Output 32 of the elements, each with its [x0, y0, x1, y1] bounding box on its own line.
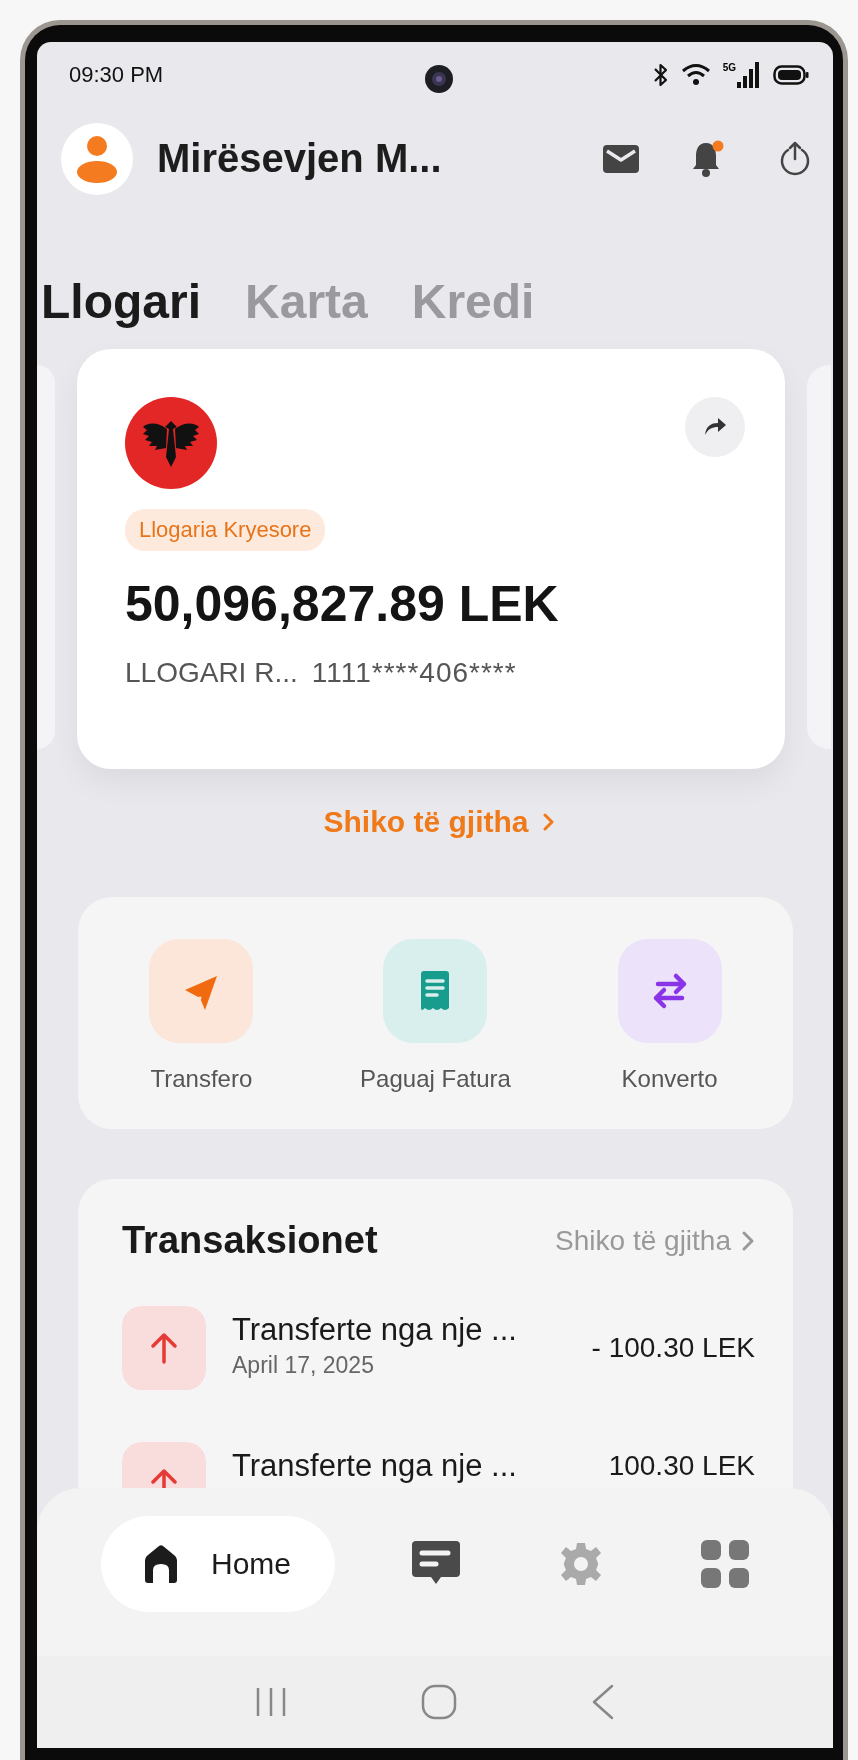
- account-tab[interactable]: Llogari: [41, 271, 201, 331]
- notification-bell-icon[interactable]: [691, 139, 725, 178]
- chevron-right-icon: [741, 1229, 755, 1252]
- nav-home-button[interactable]: Home: [101, 1516, 336, 1612]
- transaction-amount: 100.30 LEK: [608, 1449, 755, 1482]
- bluetooth-icon: [652, 62, 669, 88]
- transaction-description: Transferte nga nje ...: [232, 1448, 518, 1484]
- mail-icon[interactable]: [603, 144, 639, 173]
- camera-drawing: [424, 64, 454, 94]
- transaction-date: April 17, 2025: [232, 1352, 375, 1379]
- transaction-row[interactable]: Transferte nga nje ... 100.30 LEK: [122, 1442, 755, 1488]
- account-name: LLOGARI R...: [125, 657, 298, 689]
- share-icon[interactable]: [685, 397, 745, 457]
- transaction-amount: - 100.30 LEK: [591, 1332, 755, 1364]
- person-icon: [75, 133, 119, 184]
- section-title: Transaksionet: [122, 1219, 378, 1262]
- transaction-row[interactable]: Transferte nga nje ... April 17, 2025 - 100.30 LEK: [122, 1306, 755, 1390]
- account-type-badge: Llogaria Kryesore: [125, 509, 326, 551]
- account-number: 1111****406****: [311, 657, 517, 689]
- account-balance: 50,096,827.89 LEK: [125, 575, 560, 633]
- battery-icon: [773, 64, 809, 86]
- wifi-icon: [680, 62, 711, 88]
- greeting-text: Mirësevjen M...: [157, 136, 443, 181]
- signal-icon: [737, 62, 761, 88]
- status-time: 09:30 PM: [69, 62, 165, 88]
- network-label: 5G: [722, 62, 736, 73]
- grid-icon: [701, 1540, 749, 1588]
- chevron-right-icon: [542, 812, 555, 832]
- flag-icon: [125, 397, 217, 489]
- account-card[interactable]: Llogaria Kryesore 50,096,827.89 LEK LLOGARI R... 1111****406****: [77, 349, 785, 769]
- quick-action-button[interactable]: Paguaj Fatura: [360, 939, 511, 1093]
- transaction-description: Transferte nga nje ...: [232, 1312, 518, 1348]
